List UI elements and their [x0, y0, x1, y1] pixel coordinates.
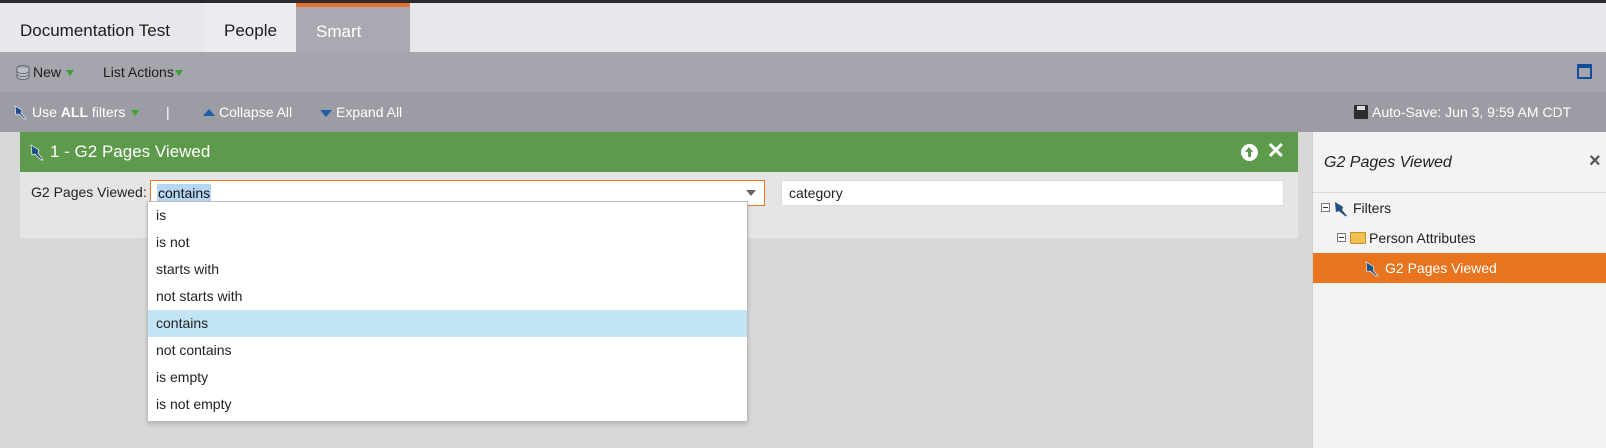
filter-icon: [1365, 261, 1379, 277]
filter-icon: [30, 144, 44, 161]
main-toolbar: New List Actions: [0, 52, 1606, 92]
tab-documentation-test-5[interactable]: Documentation Test 5: [0, 3, 204, 95]
filter-icon: [14, 105, 27, 120]
tree-label: Person Attributes: [1369, 230, 1476, 246]
operator-value: contains: [157, 184, 212, 202]
operator-option[interactable]: is not empty: [148, 391, 747, 418]
operator-option[interactable]: is not: [148, 229, 747, 256]
tab-smart-list[interactable]: Smart List: [296, 3, 410, 90]
autosave-status: Auto-Save: Jun 3, 9:59 AM CDT: [1354, 92, 1571, 132]
tab-bar: Documentation Test 5 People Smart List: [0, 3, 1606, 95]
database-icon: [16, 65, 30, 80]
filter-side-panel: G2 Pages Viewed × Filters Person Attribu…: [1312, 132, 1606, 448]
expand-icon: [320, 110, 332, 117]
close-icon[interactable]: ×: [1589, 150, 1601, 172]
autosave-label: Auto-Save: Jun 3, 9:59 AM CDT: [1372, 104, 1572, 120]
tree-item-person-attributes[interactable]: Person Attributes: [1313, 223, 1606, 253]
list-actions-label: List Actions: [103, 64, 174, 80]
filter-header[interactable]: 1 - G2 Pages Viewed ✕: [20, 132, 1298, 172]
operator-option[interactable]: not starts with: [148, 283, 747, 310]
expand-all-button[interactable]: Expand All: [320, 92, 402, 132]
filter-icon: [1334, 201, 1348, 217]
value-input[interactable]: category: [781, 180, 1284, 206]
chevron-down-icon: [174, 70, 183, 76]
expand-all-label: Expand All: [336, 104, 403, 120]
close-icon[interactable]: ✕: [1267, 138, 1285, 164]
operator-dropdown-list: is is not starts with not starts with co…: [147, 201, 748, 422]
side-panel-title: G2 Pages Viewed: [1324, 154, 1452, 171]
tree-label: G2 Pages Viewed: [1385, 260, 1497, 276]
operator-option[interactable]: not contains: [148, 337, 747, 364]
new-label: New: [33, 64, 62, 80]
use-label: Use: [32, 104, 57, 120]
operator-option[interactable]: is empty: [148, 364, 747, 391]
collapse-toggle-icon[interactable]: [1337, 233, 1346, 242]
panel-toggle-icon[interactable]: [1577, 64, 1592, 79]
operator-option[interactable]: starts with: [148, 256, 747, 283]
tree-label: Filters: [1353, 200, 1392, 216]
tree-item-g2-pages-viewed[interactable]: G2 Pages Viewed: [1313, 253, 1606, 283]
collapse-all-button[interactable]: Collapse All: [203, 92, 292, 132]
tab-people[interactable]: People: [204, 3, 296, 52]
operator-option-selected[interactable]: contains: [148, 310, 747, 337]
collapse-all-label: Collapse All: [219, 104, 293, 120]
chevron-down-icon: [131, 110, 140, 116]
filter-toolbar: Use ALL filters | Collapse All Expand Al…: [0, 92, 1606, 132]
tree-item-filters[interactable]: Filters: [1313, 193, 1606, 223]
field-label: G2 Pages Viewed:: [31, 184, 147, 200]
side-panel-header: G2 Pages Viewed ×: [1313, 132, 1606, 193]
operator-option[interactable]: is: [148, 202, 747, 229]
collapse-icon: [203, 109, 215, 116]
collapse-toggle-icon[interactable]: [1321, 203, 1330, 212]
filter-tree: Filters Person Attributes G2 Pages Viewe…: [1313, 193, 1606, 283]
use-all-label: ALL: [60, 104, 89, 120]
toolbar-separator: |: [166, 104, 170, 120]
chevron-down-icon[interactable]: [746, 190, 756, 196]
move-up-icon[interactable]: [1241, 144, 1258, 161]
use-filters-label: filters: [91, 104, 126, 120]
save-icon: [1354, 105, 1368, 119]
list-actions-button[interactable]: List Actions: [103, 52, 183, 92]
folder-icon: [1350, 232, 1366, 244]
use-all-filters-button[interactable]: Use ALL filters: [14, 92, 140, 132]
filter-title: 1 - G2 Pages Viewed: [50, 142, 211, 161]
new-button[interactable]: New: [16, 52, 75, 92]
chevron-down-icon: [66, 70, 75, 76]
